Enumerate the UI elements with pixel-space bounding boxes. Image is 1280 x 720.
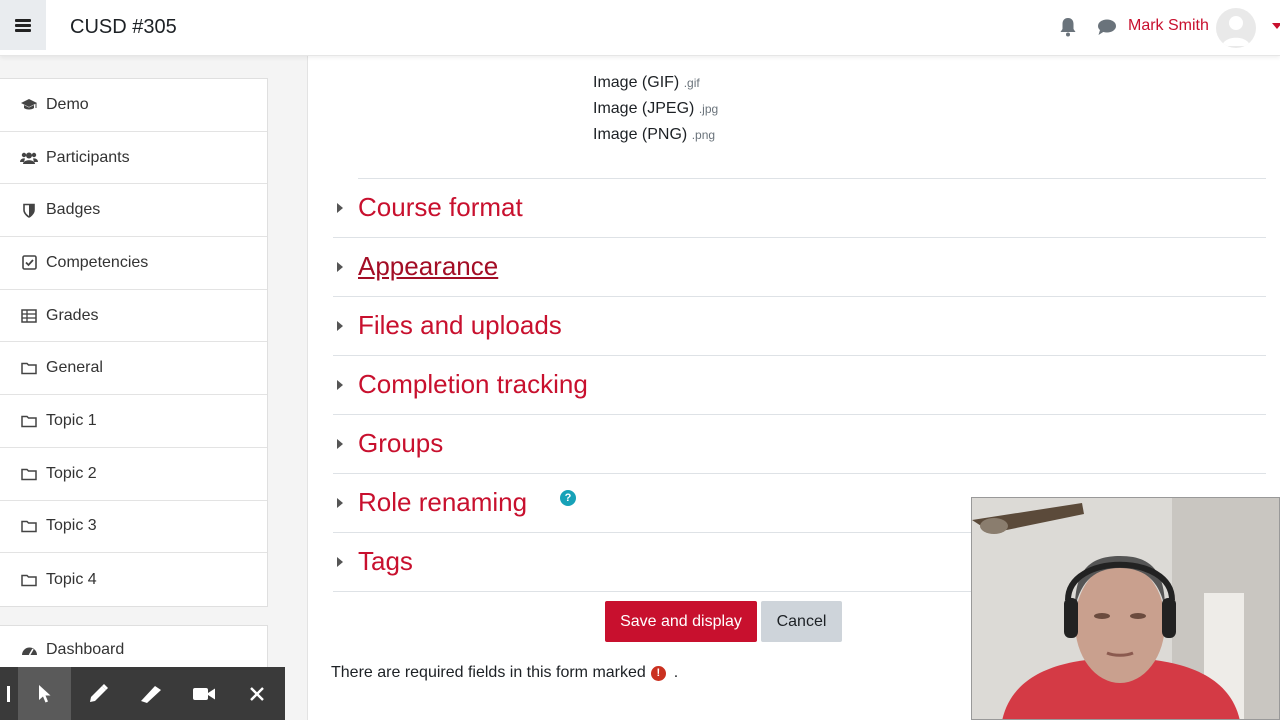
video-camera-icon <box>192 687 215 700</box>
table-icon <box>20 308 38 324</box>
site-name[interactable]: CUSD #305 <box>70 16 177 39</box>
sidebar-item-label: Grades <box>46 306 99 324</box>
section-title[interactable]: Course format <box>358 192 523 223</box>
section-title[interactable]: Groups <box>358 428 443 459</box>
sidebar-item-label: General <box>46 359 103 377</box>
pencil-icon <box>89 683 108 702</box>
sidebar-item-general[interactable]: General <box>0 342 267 396</box>
required-note-text: There are required fields in this form m… <box>331 664 646 681</box>
expand-caret-icon <box>337 380 343 390</box>
accepted-file-types-list: Image (GIF) .gif Image (JPEG) .jpg Image… <box>593 70 718 148</box>
sidebar-item-participants[interactable]: Participants <box>0 132 267 185</box>
section-files-and-uploads[interactable]: Files and uploads <box>333 297 1266 356</box>
file-type-item: Image (PNG) .png <box>593 126 716 143</box>
expand-caret-icon <box>337 262 343 272</box>
required-fields-note: There are required fields in this form m… <box>331 664 678 682</box>
pen-tool-button[interactable] <box>71 667 124 720</box>
check-square-icon <box>20 255 38 271</box>
users-icon <box>20 150 38 166</box>
pointer-tool-button[interactable] <box>18 667 71 720</box>
required-note-suffix: . <box>673 664 679 681</box>
section-title[interactable]: Completion tracking <box>358 369 588 400</box>
required-exclamation-icon: ! <box>650 665 666 681</box>
sidebar-item-label: Participants <box>46 148 130 166</box>
sidebar-item-demo[interactable]: Demo <box>0 79 267 132</box>
sidebar-item-grades[interactable]: Grades <box>0 290 267 343</box>
folder-icon <box>20 466 38 482</box>
messages-chat-icon[interactable] <box>1097 18 1117 36</box>
sidebar-item-label: Topic 1 <box>46 411 97 429</box>
user-menu-name[interactable]: Mark Smith <box>1128 17 1209 35</box>
expand-caret-icon <box>337 203 343 213</box>
course-navigation: Demo Participants Badges Competencies Gr… <box>0 78 268 607</box>
help-question-icon[interactable]: ? <box>560 490 576 506</box>
presenter-video-image <box>972 498 1279 719</box>
sidebar-item-label: Badges <box>46 201 101 219</box>
tachometer-icon <box>20 642 38 658</box>
save-and-display-button[interactable]: Save and display <box>605 601 757 642</box>
sidebar-item-label: Competencies <box>46 253 149 271</box>
highlighter-icon <box>140 685 161 703</box>
sidebar-item-label: Topic 2 <box>46 464 97 482</box>
user-avatar[interactable] <box>1216 8 1256 48</box>
sidebar-item-label: Demo <box>46 95 89 113</box>
drag-handle-icon <box>7 685 10 702</box>
file-type-item: Image (GIF) .gif <box>593 74 700 91</box>
sidebar-item-topic-4[interactable]: Topic 4 <box>0 553 267 606</box>
close-icon <box>249 686 264 701</box>
section-appearance[interactable]: Appearance <box>333 238 1266 297</box>
folder-icon <box>20 518 38 534</box>
shield-icon <box>20 202 38 218</box>
user-menu-caret-icon[interactable] <box>1272 23 1280 29</box>
section-title[interactable]: Files and uploads <box>358 310 562 341</box>
sidebar-item-topic-3[interactable]: Topic 3 <box>0 501 267 554</box>
webcam-tool-button[interactable] <box>177 667 230 720</box>
notification-bell-icon[interactable] <box>1059 17 1077 37</box>
expand-caret-icon <box>337 321 343 331</box>
left-drawer: Demo Participants Badges Competencies Gr… <box>0 56 290 720</box>
sidebar-item-label: Dashboard <box>46 641 125 658</box>
cursor-arrow-icon <box>38 684 50 702</box>
toolbar-handle[interactable] <box>0 667 18 720</box>
section-groups[interactable]: Groups <box>333 415 1266 474</box>
sidebar-item-competencies[interactable]: Competencies <box>0 237 267 290</box>
section-title[interactable]: Tags <box>358 546 413 577</box>
cancel-button[interactable]: Cancel <box>761 601 842 642</box>
sidebar-item-topic-2[interactable]: Topic 2 <box>0 448 267 501</box>
expand-caret-icon <box>337 439 343 449</box>
annotation-toolbar <box>0 667 285 720</box>
close-toolbar-button[interactable] <box>230 667 283 720</box>
section-title[interactable]: Role renaming <box>358 487 527 518</box>
hamburger-menu-button[interactable] <box>0 0 46 50</box>
graduation-cap-icon <box>20 97 38 113</box>
sidebar-item-label: Topic 4 <box>46 570 97 588</box>
expand-caret-icon <box>337 498 343 508</box>
top-navbar: CUSD #305 Mark Smith <box>0 0 1280 56</box>
expand-caret-icon <box>337 557 343 567</box>
sidebar-item-topic-1[interactable]: Topic 1 <box>0 395 267 448</box>
folder-icon <box>20 572 38 588</box>
highlighter-tool-button[interactable] <box>124 667 177 720</box>
folder-icon <box>20 360 38 376</box>
section-completion-tracking[interactable]: Completion tracking <box>333 356 1266 415</box>
section-title[interactable]: Appearance <box>358 251 498 282</box>
sidebar-item-label: Topic 3 <box>46 517 97 535</box>
section-course-format[interactable]: Course format <box>333 179 1266 238</box>
file-type-item: Image (JPEG) .jpg <box>593 100 719 117</box>
avatar-placeholder-icon <box>1222 16 1250 46</box>
hamburger-icon <box>15 18 31 32</box>
webcam-overlay[interactable] <box>971 497 1280 720</box>
sidebar-item-badges[interactable]: Badges <box>0 184 267 238</box>
folder-icon <box>20 413 38 429</box>
